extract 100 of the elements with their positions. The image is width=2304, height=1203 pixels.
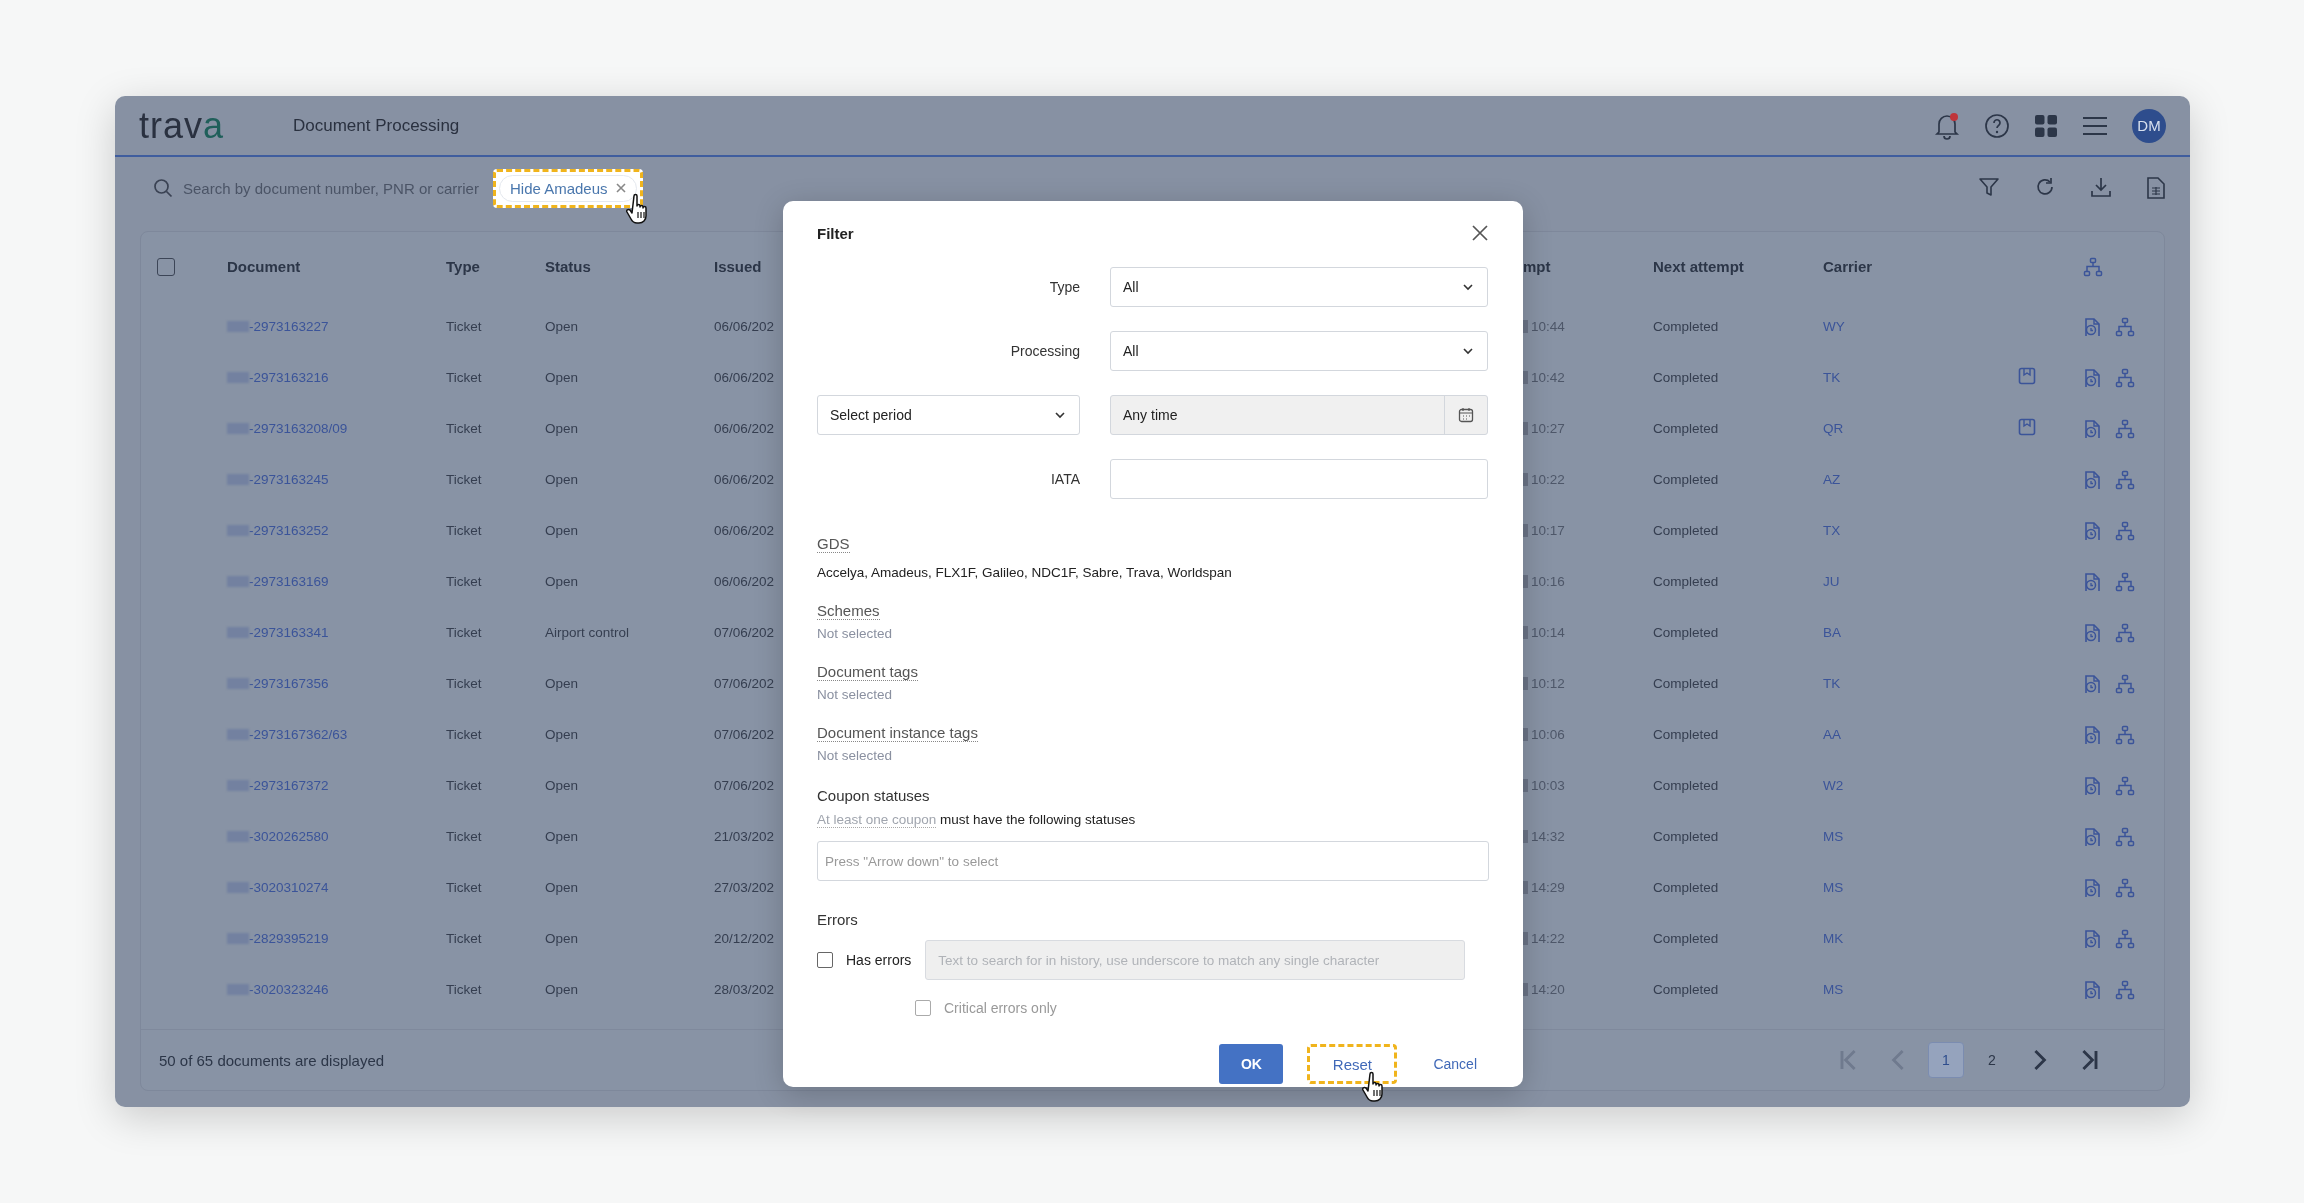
hierarchy-icon[interactable] <box>2115 571 2135 592</box>
document-link[interactable]: -2973163227 <box>249 319 329 334</box>
document-link[interactable]: -2973163216 <box>249 370 329 385</box>
hierarchy-icon[interactable] <box>2083 256 2103 277</box>
file-clock-icon[interactable] <box>2083 979 2101 1000</box>
carrier-link[interactable]: MS <box>1823 880 1844 895</box>
carrier-link[interactable]: QR <box>1823 421 1844 436</box>
hierarchy-icon[interactable] <box>2115 418 2135 439</box>
column-header[interactable]: Status <box>545 258 591 275</box>
table-cell: Ticket <box>446 472 482 487</box>
hierarchy-icon[interactable] <box>2115 469 2135 490</box>
document-link[interactable]: -2973163341 <box>249 625 329 640</box>
coupon-status-field[interactable]: Press "Arrow down" to select <box>817 841 1489 881</box>
search-field[interactable]: Search by document number, PNR or carrier <box>183 179 479 197</box>
help-icon[interactable] <box>1984 112 2010 139</box>
table-cell: 06/06/202 <box>714 472 775 487</box>
date-field[interactable]: Any time <box>1110 395 1488 435</box>
logo[interactable]: trava <box>139 104 263 147</box>
carrier-link[interactable]: MS <box>1823 982 1844 997</box>
document-link[interactable]: -3020262580 <box>249 829 329 844</box>
carrier-link[interactable]: TX <box>1823 523 1841 538</box>
hierarchy-icon[interactable] <box>2115 724 2135 745</box>
iata-field[interactable] <box>1110 459 1488 499</box>
hierarchy-icon[interactable] <box>2115 928 2135 949</box>
hierarchy-icon[interactable] <box>2115 316 2135 337</box>
column-header[interactable]: Issued <box>714 258 762 275</box>
bookmark-icon[interactable] <box>2018 418 2036 436</box>
filter-chip[interactable]: Hide Amadeus <box>498 174 637 202</box>
file-clock-icon[interactable] <box>2083 928 2101 949</box>
page-button[interactable]: 1 <box>1928 1042 1964 1078</box>
processing-select[interactable]: All <box>1110 331 1488 371</box>
hierarchy-icon[interactable] <box>2115 520 2135 541</box>
file-clock-icon[interactable] <box>2083 469 2101 490</box>
column-header[interactable]: mpt <box>1523 258 1551 275</box>
document-link[interactable]: -2973163169 <box>249 574 329 589</box>
document-link[interactable]: -2973167362/63 <box>249 727 348 742</box>
hierarchy-icon[interactable] <box>2115 367 2135 388</box>
column-header[interactable]: Carrier <box>1823 258 1873 275</box>
apps-grid-icon[interactable] <box>2034 113 2058 138</box>
carrier-link[interactable]: TK <box>1823 370 1841 385</box>
carrier-link[interactable]: BA <box>1823 625 1841 640</box>
calendar-icon[interactable] <box>1458 407 1474 423</box>
file-clock-icon[interactable] <box>2083 826 2101 847</box>
page-button[interactable]: 2 <box>1974 1042 2010 1078</box>
column-header[interactable]: Document <box>227 258 301 275</box>
table-cell: Completed <box>1653 523 1719 538</box>
column-header[interactable]: Type <box>446 258 480 275</box>
file-clock-icon[interactable] <box>2083 367 2101 388</box>
section-heading[interactable]: GDS <box>817 535 850 553</box>
carrier-link[interactable]: AA <box>1823 727 1841 742</box>
period-select[interactable]: Select period <box>817 395 1080 435</box>
file-clock-icon[interactable] <box>2083 877 2101 898</box>
refresh-icon[interactable] <box>2034 176 2056 198</box>
document-link[interactable]: -2973167372 <box>249 778 329 793</box>
bookmark-icon[interactable] <box>2018 367 2036 385</box>
section-heading[interactable]: Schemes <box>817 602 880 620</box>
document-link[interactable]: -2973167356 <box>249 676 329 691</box>
checkbox[interactable] <box>817 952 833 968</box>
carrier-link[interactable]: AZ <box>1823 472 1841 487</box>
text-button[interactable]: Cancel <box>1421 1044 1489 1084</box>
file-clock-icon[interactable] <box>2083 673 2101 694</box>
file-clock-icon[interactable] <box>2083 622 2101 643</box>
notification-bell-icon[interactable] <box>1934 111 1960 140</box>
type-select[interactable]: All <box>1110 267 1488 307</box>
document-link[interactable]: -2973163208/09 <box>249 421 348 436</box>
hierarchy-icon[interactable] <box>2115 622 2135 643</box>
carrier-link[interactable]: WY <box>1823 319 1845 334</box>
file-clock-icon[interactable] <box>2083 316 2101 337</box>
document-link[interactable]: -3020310274 <box>249 880 329 895</box>
menu-icon[interactable] <box>2082 115 2108 136</box>
download-icon[interactable] <box>2090 176 2112 198</box>
file-clock-icon[interactable] <box>2083 775 2101 796</box>
carrier-link[interactable]: TK <box>1823 676 1841 691</box>
spreadsheet-file-icon[interactable] <box>2146 176 2166 200</box>
hierarchy-icon[interactable] <box>2115 877 2135 898</box>
hierarchy-icon[interactable] <box>2115 979 2135 1000</box>
carrier-link[interactable]: MS <box>1823 829 1844 844</box>
document-link[interactable]: -2973163252 <box>249 523 329 538</box>
ok-button[interactable]: OK <box>1219 1044 1284 1084</box>
file-clock-icon[interactable] <box>2083 520 2101 541</box>
select-all-checkbox[interactable] <box>157 257 175 276</box>
file-clock-icon[interactable] <box>2083 724 2101 745</box>
column-header[interactable]: Next attempt <box>1653 258 1744 275</box>
close-icon[interactable] <box>1471 224 1489 242</box>
close-icon[interactable] <box>615 183 626 193</box>
carrier-link[interactable]: MK <box>1823 931 1844 946</box>
hierarchy-icon[interactable] <box>2115 775 2135 796</box>
section-heading[interactable]: Document tags <box>817 663 918 681</box>
hierarchy-icon[interactable] <box>2115 673 2135 694</box>
hierarchy-icon[interactable] <box>2115 826 2135 847</box>
carrier-link[interactable]: W2 <box>1823 778 1844 793</box>
document-link[interactable]: -2973163245 <box>249 472 329 487</box>
file-clock-icon[interactable] <box>2083 571 2101 592</box>
file-clock-icon[interactable] <box>2083 418 2101 439</box>
section-heading[interactable]: Document instance tags <box>817 724 978 742</box>
carrier-link[interactable]: JU <box>1823 574 1840 589</box>
document-link[interactable]: -2829395219 <box>249 931 329 946</box>
filter-icon[interactable] <box>1978 176 2000 198</box>
user-avatar[interactable]: DM <box>2132 108 2166 143</box>
document-link[interactable]: -3020323246 <box>249 982 329 997</box>
